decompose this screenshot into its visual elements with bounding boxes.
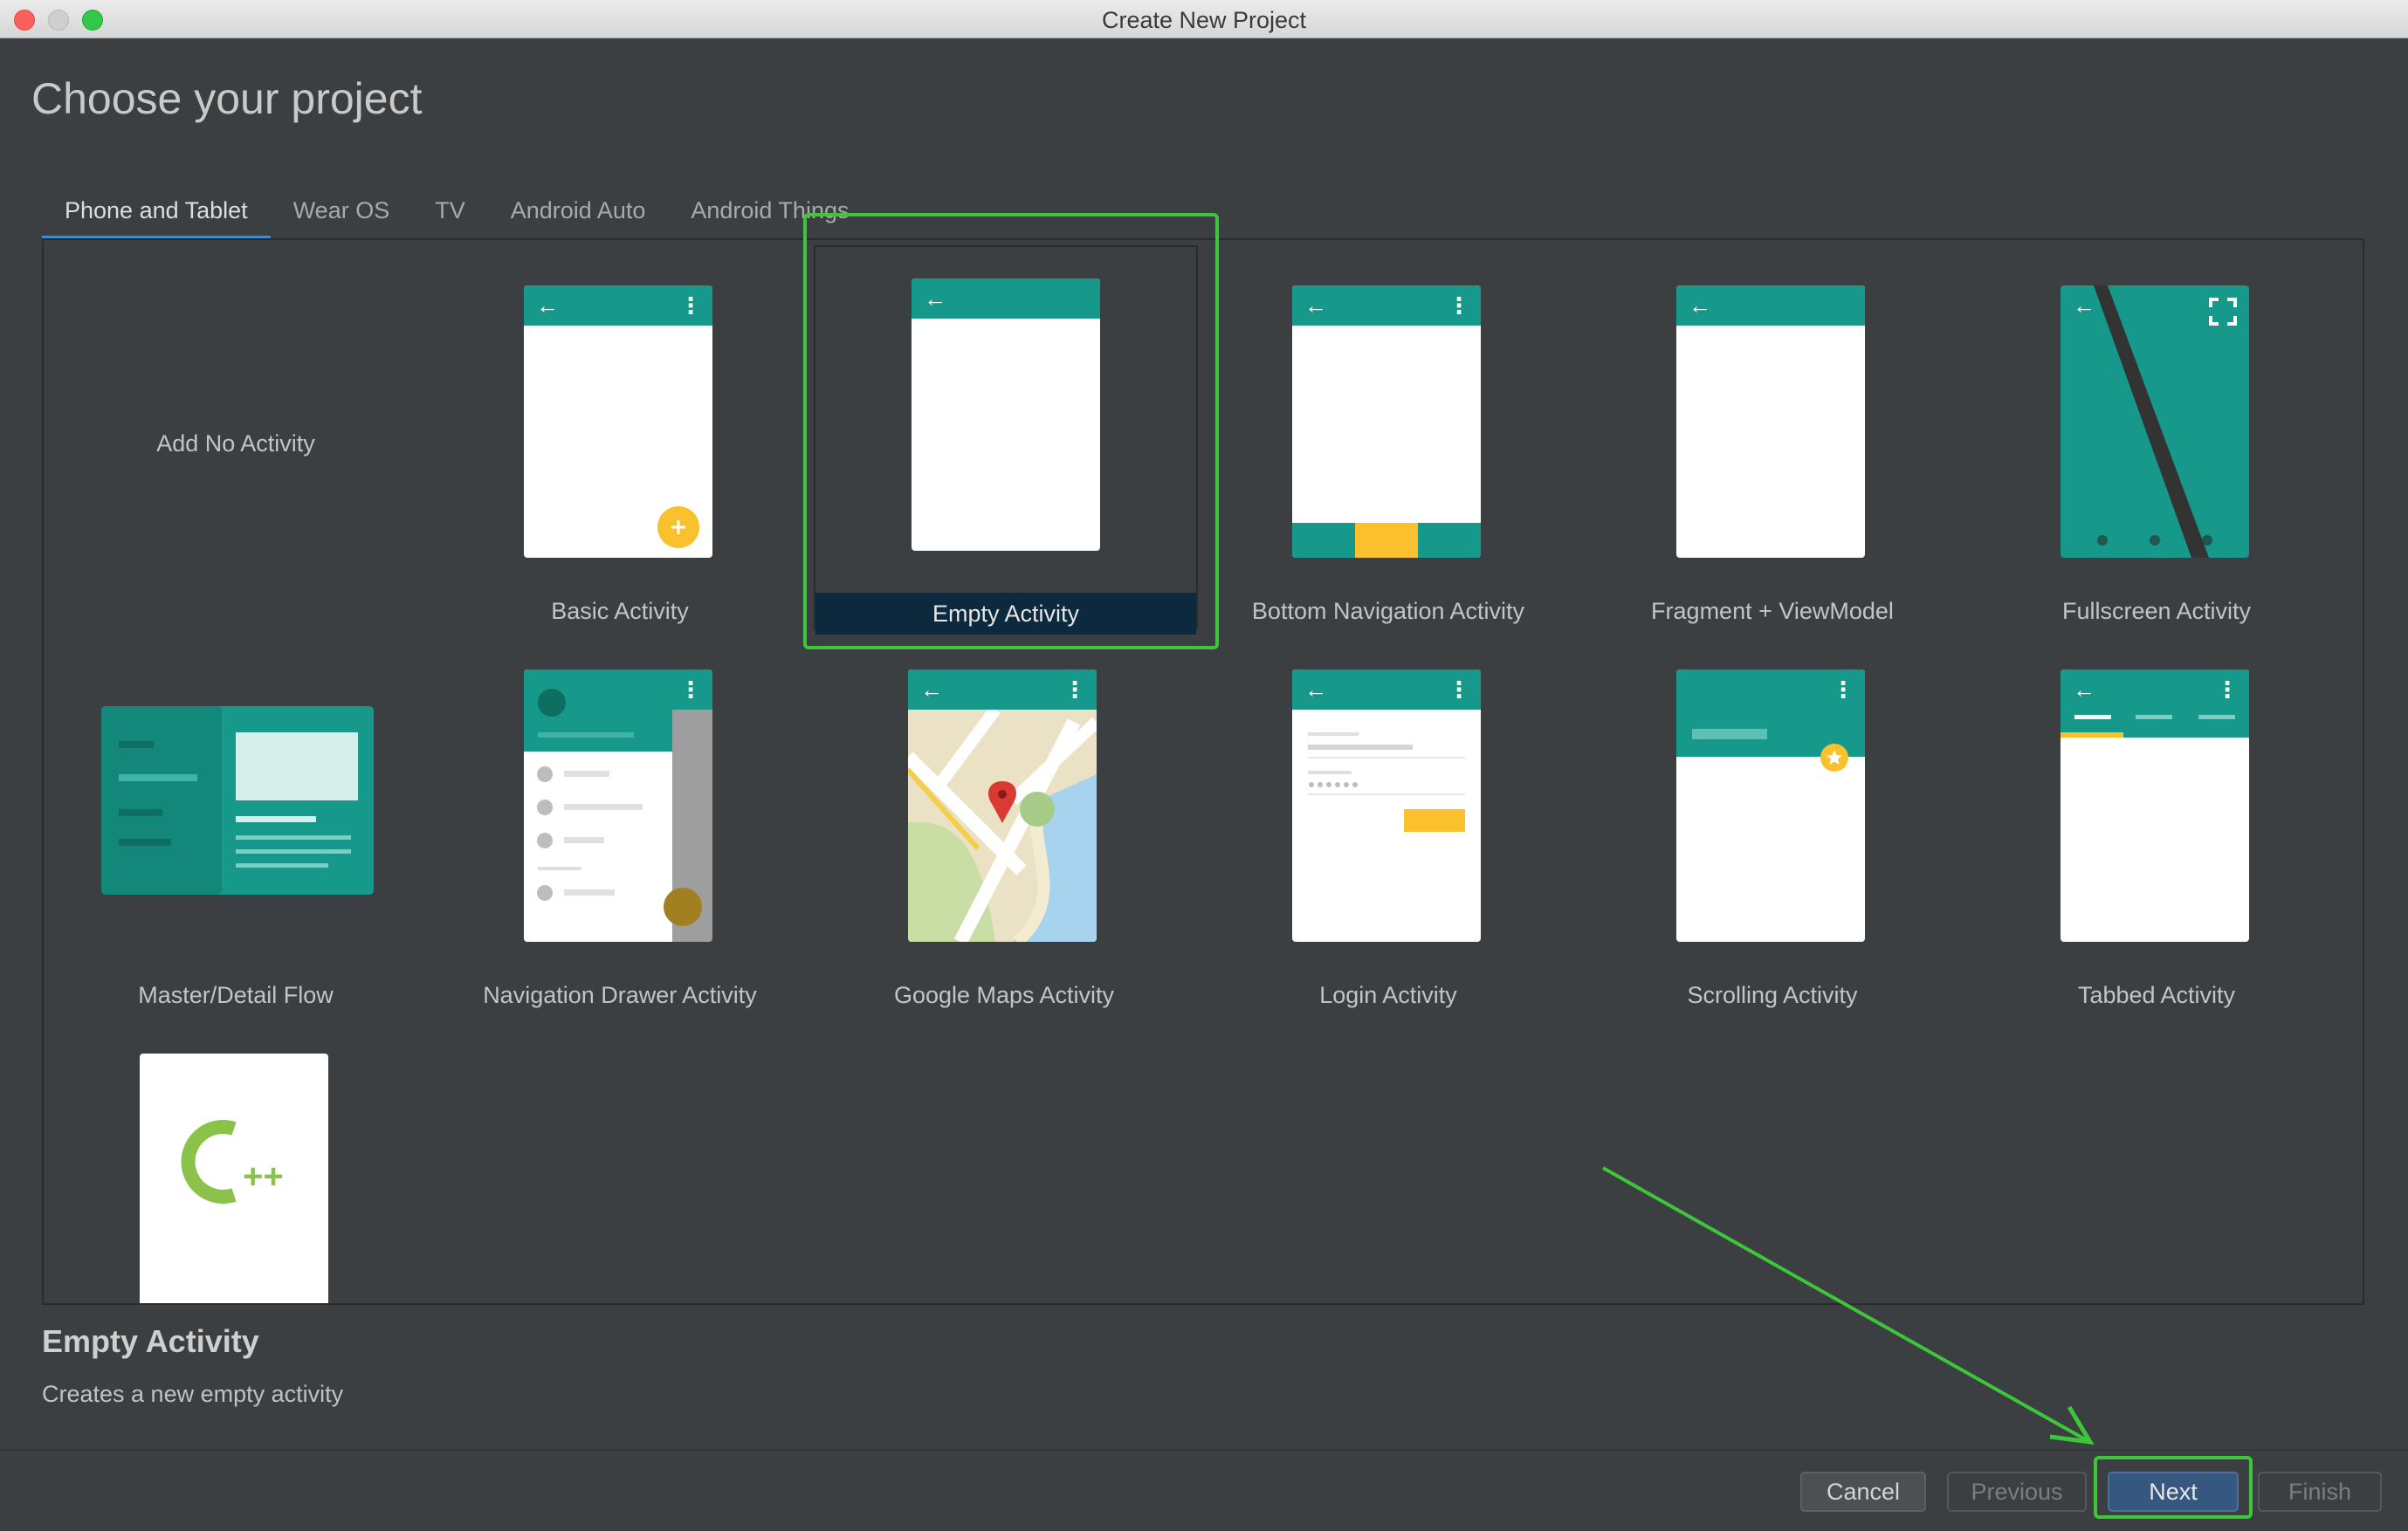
app-bar: ← <box>1676 285 1865 326</box>
overflow-menu-icon: ⋮ <box>1063 676 1086 703</box>
template-label: Google Maps Activity <box>893 982 1115 1008</box>
template-master-detail-flow[interactable]: Master/Detail Flow <box>44 631 428 1015</box>
overflow-menu-icon: ⋮ <box>679 292 702 319</box>
template-thumbnail: ← ⋮ <box>1292 285 1481 558</box>
next-button[interactable]: Next <box>2108 1472 2239 1512</box>
template-basic-activity[interactable]: ← ⋮ Basic Activity <box>428 247 812 631</box>
template-login-activity[interactable]: ← ⋮ Login Activity <box>1196 631 1580 1015</box>
template-navigation-drawer-activity[interactable]: ⋮ Navigation Drawer Activity <box>428 631 812 1015</box>
tab-tv[interactable]: TV <box>412 192 488 239</box>
cpp-logo-icon: ++ <box>181 1120 284 1204</box>
window-title: Create New Project <box>1101 7 1307 33</box>
template-label: Login Activity <box>1319 982 1457 1008</box>
app-bar: ← ⋮ <box>1292 285 1481 326</box>
selected-template-title: Empty Activity <box>42 1323 259 1359</box>
bottom-navigation-bar <box>1292 523 1481 558</box>
template-thumbnail: ⋮ <box>1676 669 1865 942</box>
template-thumbnail: ← ⋮ <box>1292 669 1481 942</box>
highlight-empty-activity <box>803 213 1219 649</box>
overflow-menu-icon: ⋮ <box>1832 676 1854 703</box>
template-thumbnail: ← ⋮ <box>524 285 712 558</box>
fullscreen-icon <box>2209 298 2237 326</box>
map-illustration <box>908 669 1097 942</box>
template-label: Fragment + ViewModel <box>1651 598 1894 624</box>
template-label: Master/Detail Flow <box>138 982 334 1008</box>
template-thumbnail: ← ⋮ <box>908 669 1097 942</box>
template-thumbnail: ⋮ <box>524 669 712 942</box>
template-fullscreen-activity[interactable]: ← Fullscreen Activity <box>1964 247 2349 631</box>
selected-template-description: Creates a new empty activity <box>42 1381 344 1407</box>
window-titlebar: Create New Project <box>0 0 2408 38</box>
cpp-logo-text: ++ <box>243 1157 284 1196</box>
tab-wear-os[interactable]: Wear OS <box>271 192 413 239</box>
template-thumbnail: ++ <box>140 1054 328 1303</box>
platform-tabs: Phone and Tablet Wear OS TV Android Auto… <box>42 192 871 239</box>
page-title: Choose your project <box>31 74 423 123</box>
template-scrolling-activity[interactable]: ⋮ Scrolling Activity <box>1580 631 1964 1015</box>
tab-android-auto[interactable]: Android Auto <box>488 192 669 239</box>
drawer-content <box>537 689 702 926</box>
app-bar: ← ⋮ <box>908 669 1097 710</box>
arrow-back-icon: ← <box>2073 676 2095 703</box>
overflow-menu-icon: ⋮ <box>2216 676 2239 703</box>
template-label: Tabbed Activity <box>2077 982 2236 1008</box>
template-label: Bottom Navigation Activity <box>1251 598 1525 624</box>
star-icon <box>1820 744 1848 772</box>
template-tabbed-activity[interactable]: ← ⋮ Tabbed Activity <box>1964 631 2349 1015</box>
arrow-back-icon: ← <box>1304 292 1327 319</box>
app-bar: ← ⋮ <box>524 285 712 326</box>
arrow-back-icon: ← <box>2073 292 2095 319</box>
template-google-maps-activity[interactable]: ← ⋮ Google Maps Activity <box>812 631 1196 1015</box>
finish-button[interactable]: Finish <box>2258 1472 2382 1512</box>
arrow-back-icon: ← <box>1689 292 1711 319</box>
login-form <box>1308 732 1465 832</box>
template-label: Navigation Drawer Activity <box>483 982 757 1008</box>
tab-phone-and-tablet[interactable]: Phone and Tablet <box>42 192 271 239</box>
template-bottom-navigation-activity[interactable]: ← ⋮ Bottom Navigation Activity <box>1196 247 1580 631</box>
template-label: Add No Activity <box>156 430 315 457</box>
arrow-back-icon: ← <box>536 292 559 319</box>
fullscreen-diagonal <box>2094 285 2212 558</box>
template-label: Fullscreen Activity <box>2061 598 2252 624</box>
app-bar: ← ⋮ <box>2061 669 2249 738</box>
template-label: Basic Activity <box>551 598 689 624</box>
template-add-no-activity[interactable]: Add No Activity <box>44 247 428 631</box>
overflow-menu-icon: ⋮ <box>1448 292 1470 319</box>
template-thumbnail: ← <box>2061 285 2249 558</box>
plus-icon <box>657 506 699 548</box>
arrow-back-icon: ← <box>920 676 943 703</box>
template-thumbnail <box>101 706 374 895</box>
template-native-cpp[interactable]: ++ <box>44 1015 428 1303</box>
previous-button[interactable]: Previous <box>1947 1472 2087 1512</box>
template-thumbnail: ← <box>1676 285 1865 558</box>
footer-divider <box>0 1449 2408 1451</box>
template-fragment-viewmodel[interactable]: ← Fragment + ViewModel <box>1580 247 1964 631</box>
template-label: Scrolling Activity <box>1687 982 1858 1008</box>
cancel-button[interactable]: Cancel <box>1800 1472 1926 1512</box>
template-thumbnail: ← ⋮ <box>2061 669 2249 942</box>
